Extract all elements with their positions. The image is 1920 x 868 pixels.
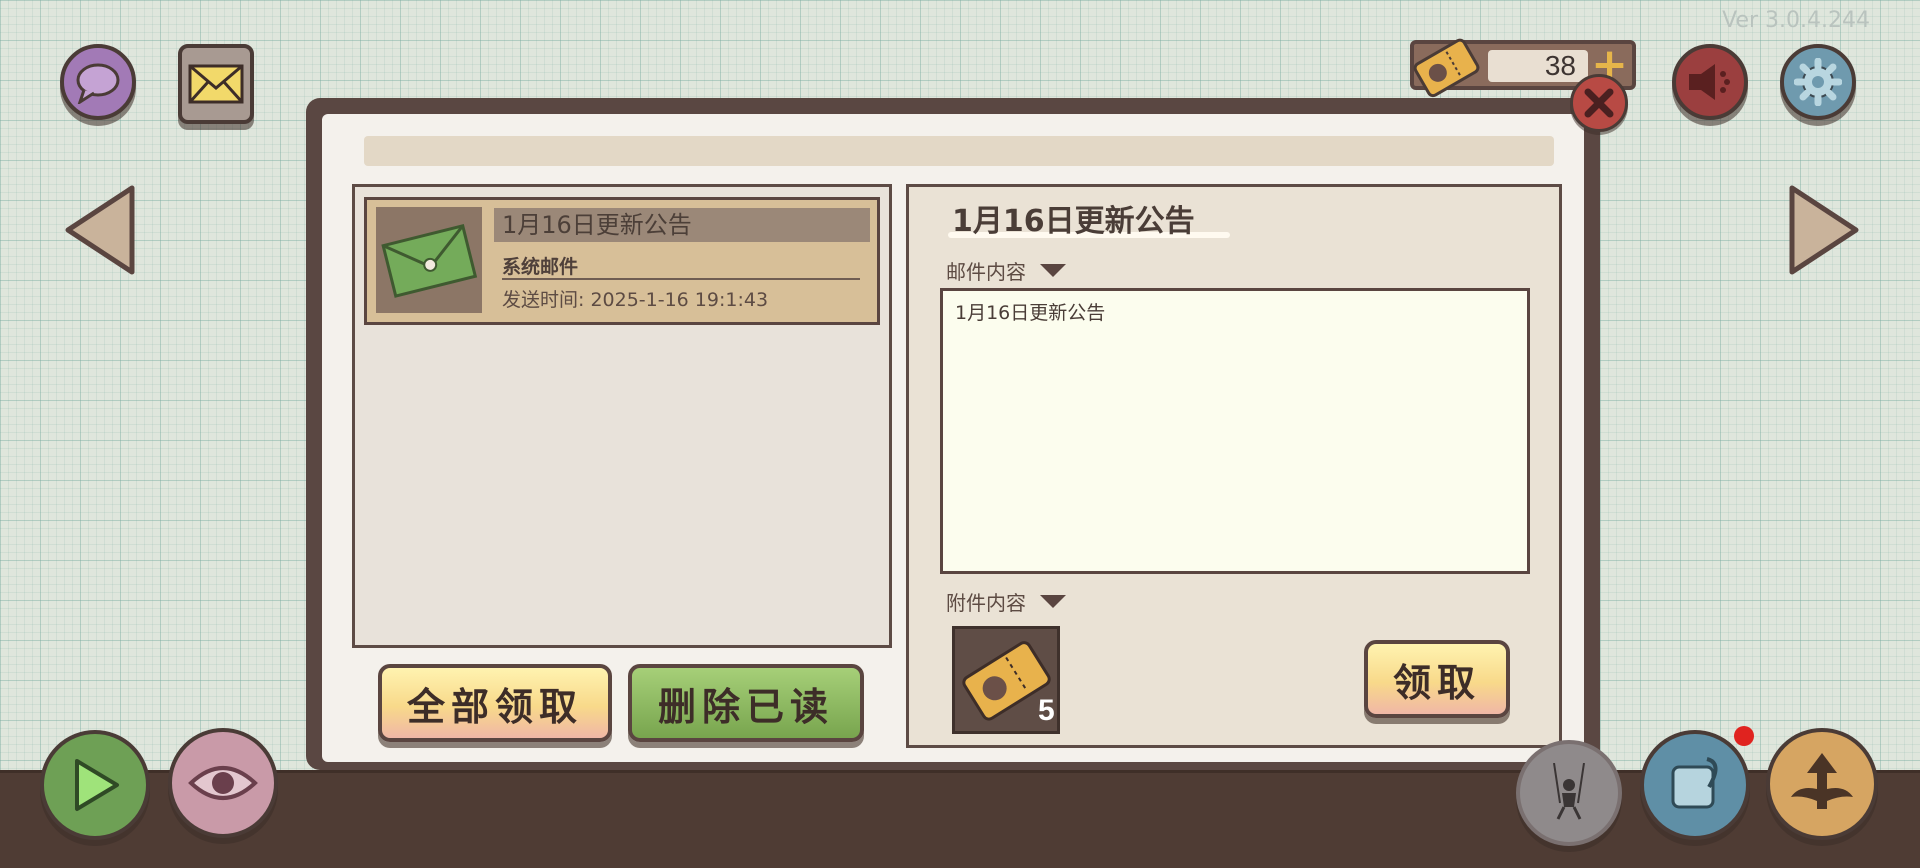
gear-icon bbox=[1794, 58, 1842, 106]
eye-icon bbox=[188, 766, 258, 800]
mail-item-title: 1月16日更新公告 bbox=[494, 208, 870, 242]
delete-read-button[interactable]: 删除已读 bbox=[628, 664, 864, 742]
mail-item-sender: 系统邮件 bbox=[502, 256, 579, 278]
currency-amount: 38 bbox=[1488, 50, 1588, 82]
scroll-quill-icon bbox=[1671, 757, 1718, 809]
chevron-down-icon[interactable] bbox=[1040, 264, 1066, 277]
play-button[interactable] bbox=[40, 730, 150, 840]
sound-button[interactable] bbox=[1672, 44, 1748, 120]
notification-dot bbox=[1734, 726, 1754, 746]
view-button[interactable] bbox=[168, 728, 278, 838]
mail-item-icon-box bbox=[376, 207, 482, 313]
play-icon bbox=[75, 759, 119, 811]
mail-content-box bbox=[940, 288, 1530, 574]
detail-title: 1月16日更新公告 bbox=[952, 204, 1195, 239]
close-icon bbox=[1584, 88, 1614, 118]
ticket-icon bbox=[1413, 38, 1480, 98]
panel-title-strip bbox=[364, 136, 1554, 166]
ground-strip bbox=[0, 770, 1920, 868]
swing-figure-icon bbox=[1553, 763, 1585, 820]
close-button[interactable] bbox=[1570, 74, 1628, 132]
character-button[interactable] bbox=[1516, 740, 1622, 846]
mail-content-text: 1月16日更新公告 bbox=[955, 302, 1106, 324]
envelope-icon bbox=[188, 64, 244, 104]
attachment-section-label: 附件内容 bbox=[946, 591, 1026, 615]
mail-button[interactable] bbox=[178, 44, 254, 124]
chat-bubble-icon bbox=[76, 63, 120, 104]
mail-item-send-time: 发送时间: 2025-1-16 19:1:43 bbox=[502, 289, 769, 311]
speaker-icon bbox=[1689, 64, 1730, 100]
settings-button[interactable] bbox=[1780, 44, 1856, 120]
claim-button[interactable]: 领取 bbox=[1364, 640, 1510, 718]
upgrade-button[interactable] bbox=[1766, 728, 1878, 840]
winged-arrow-icon bbox=[1791, 753, 1853, 809]
envelope-icon bbox=[381, 224, 478, 298]
chat-button[interactable] bbox=[60, 44, 136, 120]
attachment-count: 5 bbox=[1038, 694, 1055, 727]
prev-arrow-icon[interactable] bbox=[62, 182, 138, 278]
quest-button[interactable] bbox=[1640, 730, 1750, 840]
version-label: Ver 3.0.4.244 bbox=[1722, 8, 1870, 33]
chevron-down-icon[interactable] bbox=[1040, 595, 1066, 608]
claim-all-button[interactable]: 全部领取 bbox=[378, 664, 612, 742]
content-section-label: 邮件内容 bbox=[946, 260, 1026, 284]
mail-item-divider bbox=[502, 278, 860, 280]
next-arrow-icon[interactable] bbox=[1786, 182, 1862, 278]
